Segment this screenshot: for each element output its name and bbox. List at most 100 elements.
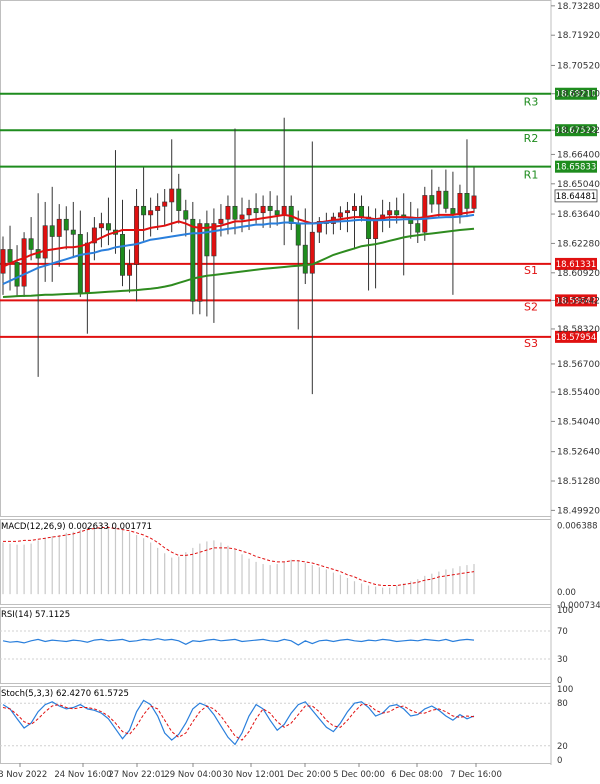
rsi-frame [0, 607, 552, 684]
candle-body [63, 218, 69, 231]
candle-body [260, 205, 266, 214]
rsi-tick-label: 70 [557, 627, 568, 637]
candle-body [183, 210, 189, 220]
candle-body [457, 193, 463, 216]
price-tick-label: 18.66400 [557, 150, 600, 160]
rsi-tick-label: 30 [557, 655, 568, 665]
candle-body [387, 210, 393, 216]
candle-body [302, 244, 308, 274]
candle-body [246, 208, 252, 216]
candle-body [394, 210, 400, 216]
level-name-r2: R2 [524, 132, 539, 145]
time-axis: 23 Nov 2022 24 Nov 16:0027 Nov 22:0129 No… [0, 763, 502, 780]
price-tick-label: 18.55400 [557, 388, 600, 398]
time-tick-label: 23 Nov 2022 [0, 770, 47, 780]
stoch-tick-label: 20 [557, 742, 568, 752]
candle-body [70, 229, 76, 235]
stoch-d-line [2, 704, 475, 741]
candle-body [56, 218, 62, 237]
candle-body [21, 238, 27, 287]
candle-body [0, 249, 6, 274]
candle-body [239, 214, 245, 220]
candle-body [190, 218, 196, 302]
rsi-line [2, 638, 475, 646]
macd-frame [0, 519, 552, 605]
candle-body [218, 218, 224, 224]
forex-chart: R318.69210R218.67522R118.65833S1 18.61331… [0, 0, 600, 780]
rsi-panel: RSI(14) 57.1125 10070300 [0, 606, 573, 686]
candle-body [295, 223, 301, 246]
candle-body [415, 223, 421, 233]
candle-body [232, 205, 238, 220]
rsi-tick-label: 100 [557, 606, 573, 616]
candle-body [422, 195, 428, 233]
candle-body [373, 218, 379, 239]
price-tick-label: 18.70520 [557, 61, 600, 71]
price-tick-label: 18.52640 [557, 448, 600, 458]
candle-body [134, 205, 140, 265]
price-tick-label: 18.65040 [557, 180, 600, 190]
price-tick-label: 18.71920 [557, 31, 600, 41]
price-tick-label: 18.62280 [557, 239, 600, 249]
candle-body [471, 195, 477, 209]
candle-body [337, 212, 343, 218]
candle-body [148, 210, 154, 216]
price-tick-label: 18.67522 [557, 126, 600, 136]
candle-body [169, 188, 175, 203]
stoch-tick-label: 0 [557, 756, 562, 766]
price-tick-label: 18.56700 [557, 360, 600, 370]
candle-body [141, 205, 147, 216]
time-tick-label: 1 Dec 20:00 [279, 770, 331, 780]
price-tick-label: 18.69210 [557, 90, 600, 100]
price-panel [0, 0, 552, 765]
candle-body [176, 188, 182, 211]
price-frame [0, 0, 552, 517]
candle-body [267, 205, 273, 211]
candle-body [253, 208, 259, 214]
price-tick-label: 18.54040 [557, 417, 600, 427]
candle-body [28, 238, 34, 250]
price-tick-label: 18.63640 [557, 210, 600, 220]
time-tick-label: 6 Dec 08:00 [391, 770, 443, 780]
level-name-r1: R1 [524, 169, 539, 182]
candle-body [42, 225, 48, 259]
level-name-s3: S3 [524, 337, 538, 350]
time-tick-label: 30 Nov 12:00 [222, 770, 279, 780]
candle-body [120, 234, 125, 276]
candle-body [225, 205, 231, 220]
candle-body [211, 223, 217, 257]
candle-body [127, 264, 133, 276]
macd-label: MACD(12,26,9) 0.002633 0.001771 [1, 522, 152, 532]
candle-body [436, 190, 442, 205]
level-name-s1: S1 [524, 264, 538, 277]
time-tick-label: 5 Dec 00:00 [333, 770, 385, 780]
candle-body [162, 201, 168, 207]
candle-body [7, 249, 13, 263]
macd-tick-label: 0.006388 [557, 521, 598, 531]
candle-body [14, 262, 20, 287]
candle-body [281, 205, 287, 216]
candle-body [84, 242, 90, 293]
candle-body [98, 223, 104, 229]
stoch-tick-label: 100 [557, 685, 573, 695]
candle-body [429, 195, 435, 205]
candle-body [105, 223, 111, 231]
stoch-panel: Stoch(5,3,3) 62.4270 61.5725 100 80 20 0 [0, 685, 573, 766]
candle-body [274, 210, 280, 216]
price-tick-label: 18.58320 [557, 325, 600, 335]
current-price-label: 18.64481 [556, 192, 597, 202]
candlesticks [0, 117, 477, 395]
candle-body [344, 210, 350, 214]
price-tick-label: 18.51280 [557, 477, 600, 487]
time-tick-label: 29 Nov 04:00 [164, 770, 221, 780]
stoch-label: Stoch(5,3,3) 62.4270 61.5725 [1, 689, 129, 699]
candle-body [155, 205, 161, 211]
macd-panel: MACD(12,26,9) 0.002633 0.001771 0.006388 0… [1, 521, 600, 611]
rsi-label: RSI(14) 57.1125 [1, 610, 70, 620]
price-tick-label: 18.49920 [557, 506, 600, 516]
level-price-label: 18.65833 [556, 163, 597, 173]
time-tick-label: 27 Nov 22:01 [108, 770, 165, 780]
candle-body [443, 190, 449, 209]
candle-body [352, 205, 357, 211]
candle-body [49, 225, 55, 237]
